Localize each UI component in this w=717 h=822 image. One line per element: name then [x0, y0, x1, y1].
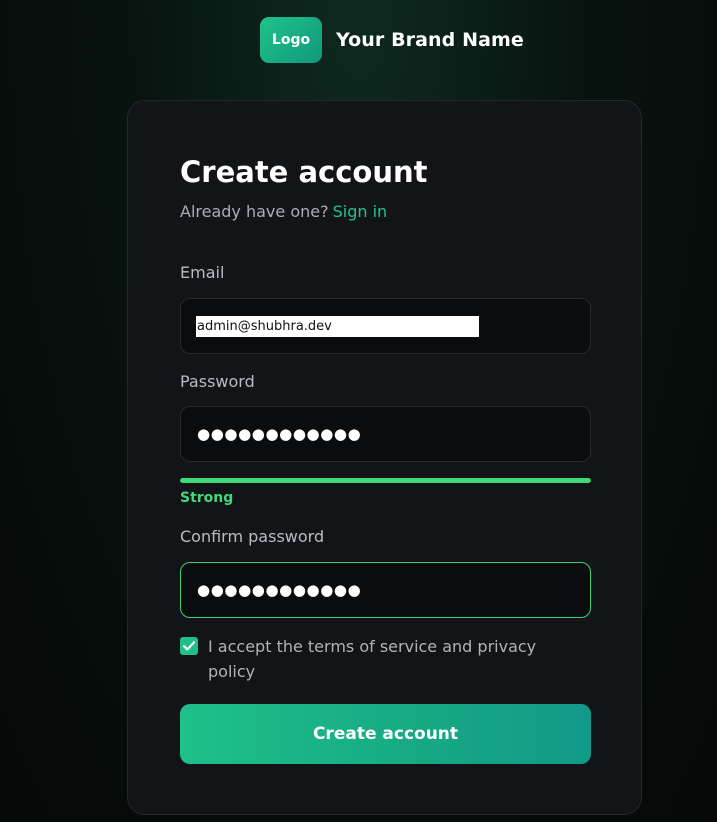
- logo-text: Logo: [271, 32, 311, 48]
- check-icon: [183, 641, 195, 651]
- password-strength-label: Strong: [180, 490, 234, 506]
- page-title: Create account: [180, 155, 428, 189]
- email-field[interactable]: admin@shubhra.dev: [180, 298, 591, 354]
- terms-row: I accept the terms of service and privac…: [180, 634, 591, 684]
- password-strength-fill: [180, 478, 591, 483]
- terms-checkbox[interactable]: [180, 637, 198, 655]
- password-field[interactable]: ●●●●●●●●●●●●: [180, 406, 591, 462]
- terms-label: I accept the terms of service and privac…: [208, 637, 537, 681]
- password-strength-meter: [180, 478, 591, 483]
- confirm-password-label: Confirm password: [180, 527, 325, 546]
- brand-header: Logo Your Brand Name: [260, 17, 524, 63]
- have-account-text: Already have one?: [180, 202, 329, 221]
- signup-card: Create account Already have one? Sign in …: [127, 100, 642, 815]
- email-label: Email: [180, 263, 225, 282]
- signin-link[interactable]: Sign in: [333, 202, 388, 221]
- password-label: Password: [180, 372, 255, 391]
- email-value: admin@shubhra.dev: [196, 316, 479, 337]
- confirm-password-value: ●●●●●●●●●●●●: [197, 581, 362, 599]
- logo: Logo: [260, 17, 322, 63]
- confirm-password-field[interactable]: ●●●●●●●●●●●●: [180, 562, 591, 618]
- signin-prompt: Already have one? Sign in: [180, 202, 387, 221]
- password-value: ●●●●●●●●●●●●: [197, 425, 362, 443]
- brand-name: Your Brand Name: [336, 29, 524, 51]
- create-account-button[interactable]: Create account: [180, 704, 591, 764]
